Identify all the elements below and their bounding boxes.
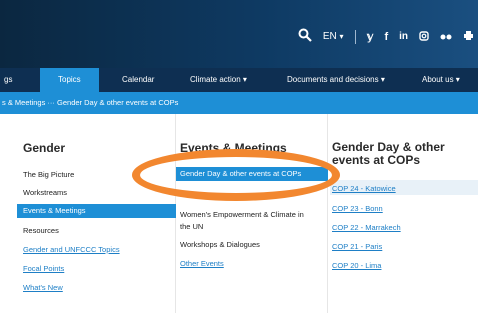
facebook-icon[interactable]: f: [384, 31, 388, 43]
menu-item-cop22-marrakech[interactable]: COP 22 - Marrakech: [332, 223, 401, 232]
menu-item-cop21-paris[interactable]: COP 21 - Paris: [332, 242, 382, 251]
menu-item-cop24-katowice[interactable]: COP 24 - Katowice: [332, 184, 396, 193]
column-heading-events-meetings: Events & Meetings: [180, 141, 287, 155]
column-heading-line1: Gender Day & other: [332, 140, 445, 154]
menu-item-gender-and-unfccc-topics[interactable]: Gender and UNFCCC Topics: [23, 245, 120, 254]
main-nav: gs Topics Calendar Climate action ▾ Docu…: [0, 68, 478, 92]
menu-item-workstreams[interactable]: Workstreams: [23, 188, 67, 197]
search-icon[interactable]: [298, 28, 312, 45]
column-heading-gender-day: Gender Day & other events at COPs: [332, 141, 472, 167]
column-heading-line2: events at COPs: [332, 153, 421, 167]
nav-item-documents-and-decisions[interactable]: Documents and decisions ▾: [287, 68, 385, 92]
divider: [354, 29, 356, 44]
twitter-icon[interactable]: 𝕪: [367, 30, 374, 43]
menu-item-other-events[interactable]: Other Events: [180, 259, 224, 268]
language-selector[interactable]: EN ▾: [323, 31, 344, 42]
breadcrumb[interactable]: s & Meetings ··· Gender Day & other even…: [0, 92, 478, 114]
menu-item-workshops-dialogues[interactable]: Workshops & Dialogues: [180, 240, 260, 249]
menu-item-womens-empowerment-line2[interactable]: the UN: [180, 222, 203, 231]
top-header: EN ▾ 𝕪 f in: [0, 0, 478, 68]
nav-item-calendar[interactable]: Calendar: [122, 68, 154, 92]
nav-item-climate-action[interactable]: Climate action ▾: [190, 68, 247, 92]
menu-column-gender-day: Gender Day & other events at COPs COP 24…: [330, 114, 478, 313]
flickr-icon[interactable]: [440, 30, 452, 44]
menu-item-cop20-lima[interactable]: COP 20 - Lima: [332, 261, 381, 270]
menu-item-whats-new[interactable]: What's New: [23, 283, 63, 292]
menu-item-resources[interactable]: Resources: [23, 226, 59, 235]
mega-menu: Gender The Big Picture Workstreams Event…: [0, 114, 478, 313]
header-tools: EN ▾ 𝕪 f in: [298, 28, 474, 45]
print-icon[interactable]: [463, 30, 474, 44]
instagram-icon[interactable]: [419, 30, 429, 44]
menu-item-events-and-meetings[interactable]: Events & Meetings: [17, 204, 176, 218]
nav-item-topics[interactable]: Topics: [40, 68, 99, 92]
nav-item-meetings[interactable]: gs: [4, 68, 12, 92]
linkedin-icon[interactable]: in: [399, 31, 408, 42]
menu-item-womens-empowerment-line1[interactable]: Women's Empowerment & Climate in: [180, 210, 304, 219]
menu-column-gender: Gender The Big Picture Workstreams Event…: [12, 114, 176, 313]
language-label: EN: [322, 31, 337, 42]
menu-column-events-meetings: Events & Meetings Gender Day & other eve…: [176, 114, 328, 313]
column-heading-gender: Gender: [23, 141, 66, 155]
menu-item-focal-points[interactable]: Focal Points: [23, 264, 64, 273]
chevron-down-icon: ▾: [339, 32, 344, 41]
menu-item-the-big-picture[interactable]: The Big Picture: [23, 170, 74, 179]
menu-item-gender-day-other-events[interactable]: Gender Day & other events at COPs: [176, 167, 328, 181]
menu-item-cop23-bonn[interactable]: COP 23 - Bonn: [332, 204, 383, 213]
nav-item-about-us[interactable]: About us ▾: [422, 68, 460, 92]
